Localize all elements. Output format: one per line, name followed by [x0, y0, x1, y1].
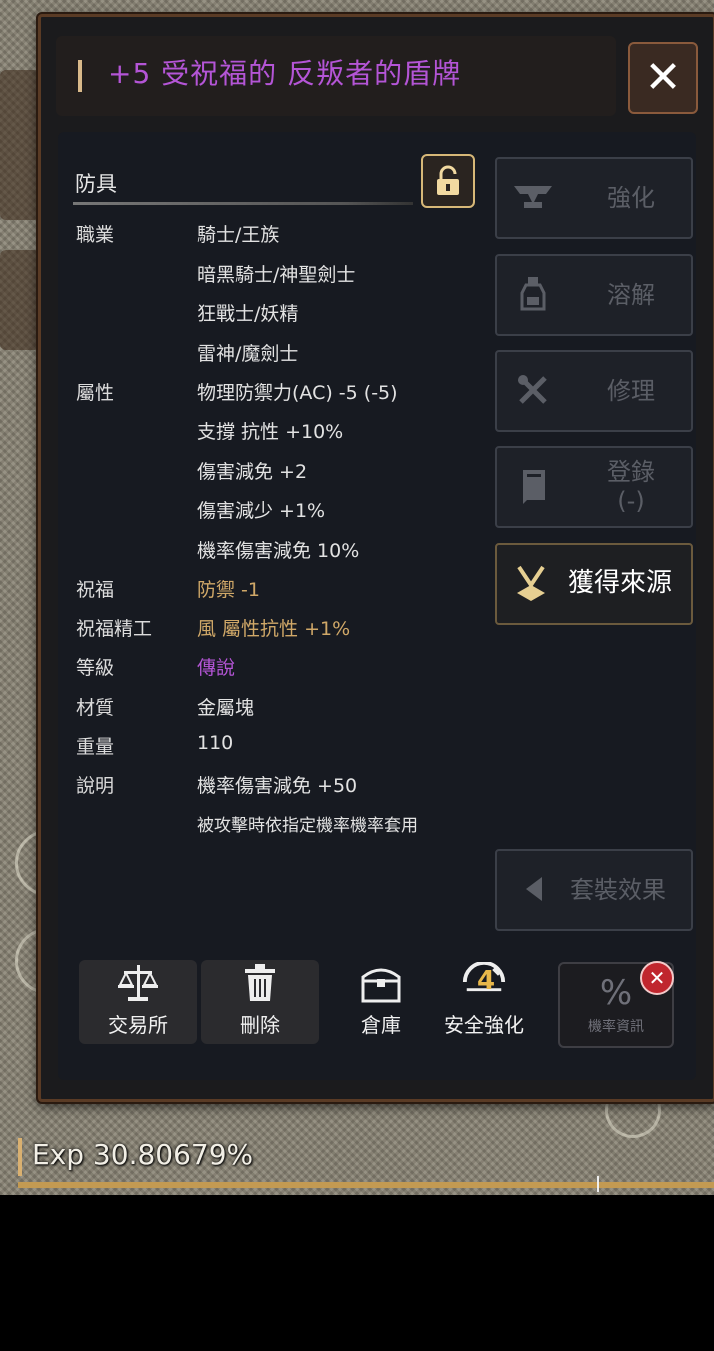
set-effect-button[interactable]: 套裝效果	[495, 849, 693, 931]
delete-label: 刪除	[240, 1013, 280, 1037]
close-button[interactable]: ✕	[628, 42, 698, 114]
stat-label-attribute: 屬性	[76, 382, 115, 404]
chevron-left-icon	[511, 867, 555, 911]
source-label: 獲得來源	[567, 568, 672, 599]
stat-value: 傷害減免 +2	[197, 461, 308, 483]
stat-label-blessing: 祝福	[76, 579, 115, 601]
safe-enhance-label: 安全強化	[444, 1013, 524, 1037]
stat-label-weight: 重量	[76, 736, 115, 758]
percent-icon: %	[599, 973, 633, 1013]
safe-enhance-icon: 4	[461, 960, 507, 1005]
close-icon: ✕	[644, 52, 682, 103]
register-label: 登錄 (-)	[579, 448, 683, 526]
exp-marker	[18, 1138, 22, 1176]
stat-value-description: 被攻擊時依指定機率機率套用	[197, 816, 418, 836]
warehouse-label: 倉庫	[361, 1013, 401, 1037]
warehouse-button[interactable]: 倉庫	[342, 960, 420, 1044]
background-object	[0, 70, 40, 220]
stat-label-grade: 等級	[76, 657, 115, 679]
item-title: +5 受祝福的 反叛者的盾牌	[108, 57, 462, 90]
safe-enhance-value: 4	[477, 966, 496, 996]
item-category: 防具	[75, 172, 117, 196]
exp-text: Exp 30.80679%	[32, 1138, 254, 1171]
stat-value: 傷害減少 +1%	[197, 500, 326, 522]
register-text: 登錄	[607, 458, 655, 487]
enhance-button[interactable]: 強化	[495, 157, 693, 239]
delete-button[interactable]: 刪除	[201, 960, 319, 1044]
stat-value: 雷神/魔劍士	[197, 343, 299, 365]
source-icon	[509, 561, 553, 605]
stat-label-description: 說明	[76, 775, 115, 797]
stat-value-material: 金屬塊	[197, 697, 255, 719]
scale-icon	[115, 960, 161, 1005]
stat-value: 暗黑騎士/神聖劍士	[197, 264, 356, 286]
lock-icon[interactable]	[421, 154, 475, 208]
stat-value-blessing: 防禦 -1	[197, 579, 260, 601]
probability-label: 機率資訊	[588, 1019, 644, 1035]
repair-label: 修理	[607, 376, 655, 405]
register-button[interactable]: 登錄 (-)	[495, 446, 693, 528]
divider	[73, 202, 413, 205]
dissolve-button[interactable]: 溶解	[495, 254, 693, 336]
enhance-label: 強化	[607, 183, 655, 212]
exchange-label: 交易所	[108, 1013, 168, 1037]
stat-value: 狂戰士/妖精	[197, 303, 299, 325]
stat-value: 物理防禦力(AC) -5 (-5)	[197, 382, 398, 404]
set-effect-label: 套裝效果	[570, 875, 666, 904]
stat-value-grade: 傳說	[197, 657, 236, 679]
bottle-icon	[511, 272, 555, 316]
stat-value-description: 機率傷害減免 +50	[197, 775, 358, 797]
stat-label-blessing-craft: 祝福精工	[76, 618, 153, 640]
stat-label-class: 職業	[76, 224, 115, 246]
exchange-button[interactable]: 交易所	[79, 960, 197, 1044]
stat-value-weight: 110	[197, 732, 234, 754]
book-icon	[511, 464, 555, 508]
repair-button[interactable]: 修理	[495, 350, 693, 432]
stat-value-blessing-craft: 風 屬性抗性 +1%	[197, 618, 351, 640]
anvil-icon	[511, 175, 555, 219]
stat-value: 機率傷害減免 10%	[197, 540, 360, 562]
dissolve-label: 溶解	[607, 280, 655, 309]
stat-label-material: 材質	[76, 697, 115, 719]
register-count: (-)	[617, 487, 645, 515]
stats-area	[62, 138, 482, 923]
background-object	[0, 250, 40, 350]
safe-enhance-button[interactable]: 4 安全強化	[432, 960, 536, 1044]
trash-icon	[237, 960, 283, 1005]
stat-value: 支撐 抗性 +10%	[197, 421, 344, 443]
exp-bar	[18, 1182, 714, 1188]
exp-bar-tick	[597, 1176, 599, 1192]
title-accent	[78, 60, 82, 92]
tools-icon	[511, 368, 555, 412]
close-icon[interactable]: ✕	[640, 961, 674, 995]
chest-icon	[358, 960, 404, 1005]
acquisition-source-button[interactable]: 獲得來源	[495, 543, 693, 625]
stat-value: 騎士/王族	[197, 224, 280, 246]
